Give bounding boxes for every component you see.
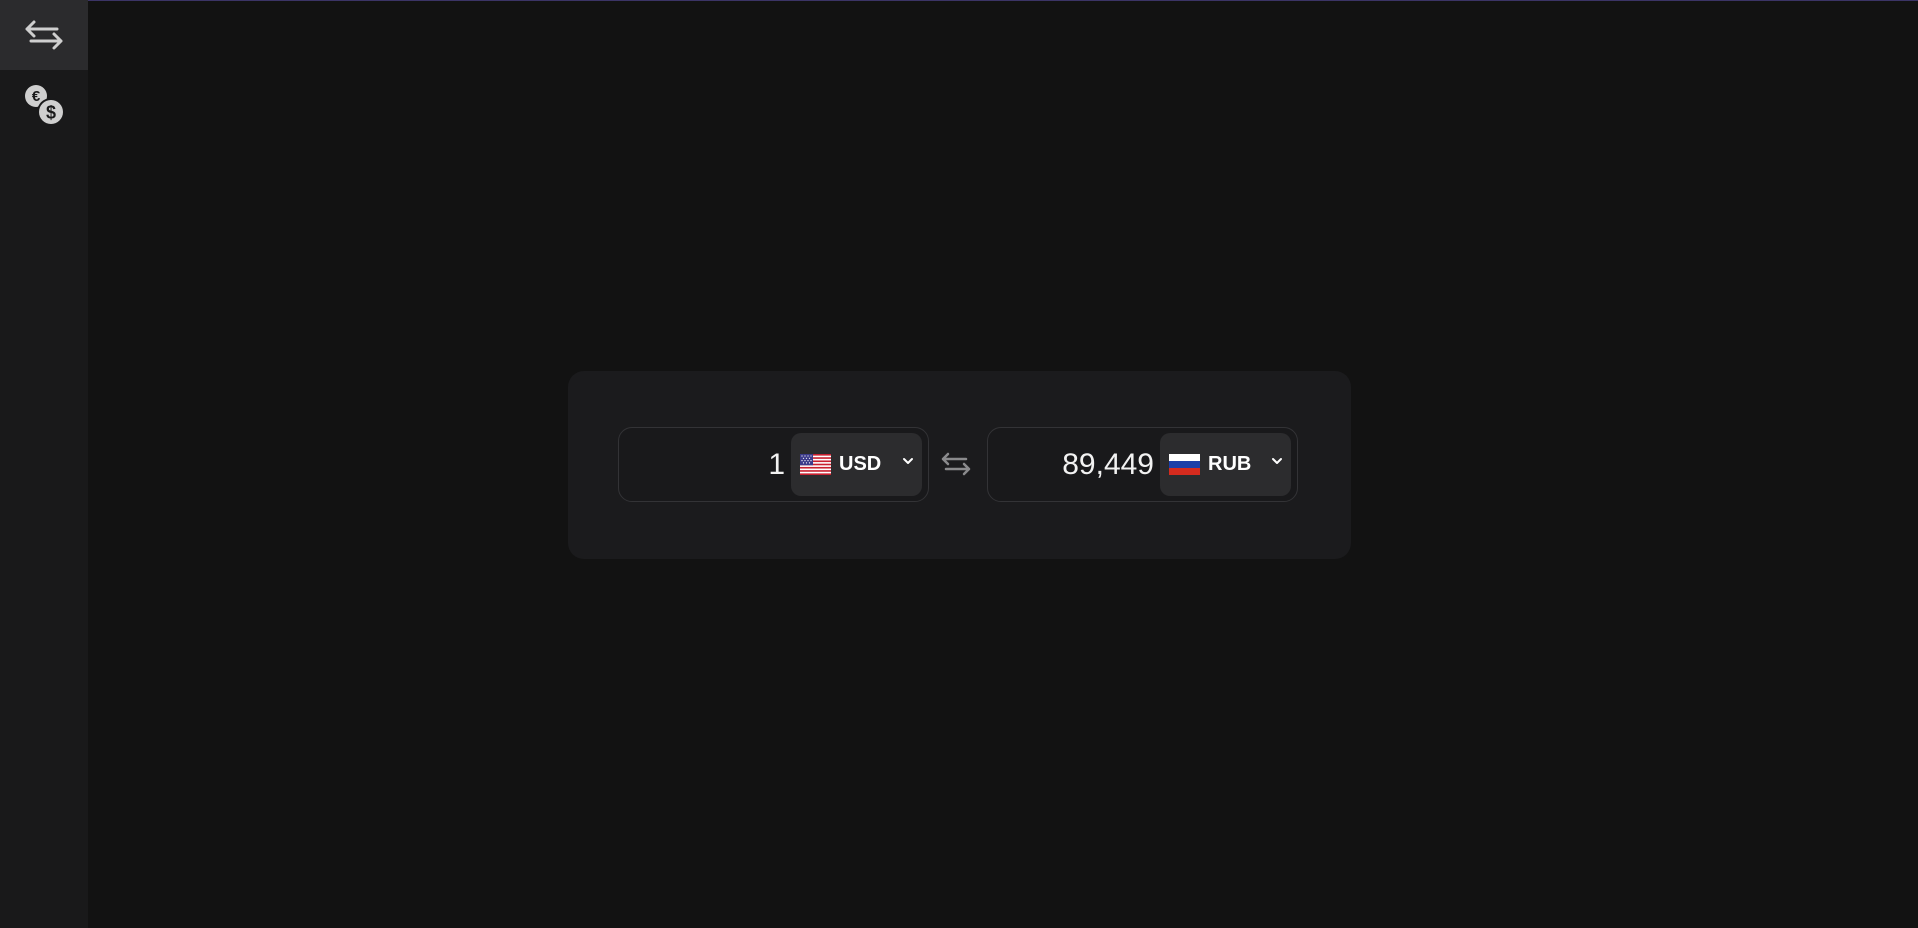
currency-coins-icon: € $ xyxy=(25,85,65,126)
from-currency-code: USD xyxy=(839,453,882,475)
swap-currencies-button[interactable] xyxy=(936,449,976,479)
svg-text:$: $ xyxy=(46,103,56,123)
to-currency-code: RUB xyxy=(1208,453,1252,475)
us-flag-icon xyxy=(800,454,831,475)
from-currency-field: USD xyxy=(618,427,929,502)
svg-text:€: € xyxy=(32,88,41,105)
converter-card: USD RUB xyxy=(568,371,1351,559)
to-currency-field: RUB xyxy=(987,427,1298,502)
from-currency-select[interactable]: USD xyxy=(791,433,922,496)
swap-arrows-icon xyxy=(25,20,63,50)
main-area: USD RUB xyxy=(88,0,1918,928)
from-amount-input[interactable] xyxy=(629,428,787,501)
swap-arrows-icon xyxy=(941,452,971,476)
ru-flag-icon xyxy=(1169,454,1200,475)
to-amount-input[interactable] xyxy=(998,428,1156,501)
chevron-down-icon xyxy=(903,458,913,464)
sidebar: € $ xyxy=(0,0,88,928)
sidebar-item-currencies[interactable]: € $ xyxy=(0,70,88,140)
chevron-down-icon xyxy=(1272,458,1282,464)
sidebar-item-converter[interactable] xyxy=(0,0,88,70)
to-currency-select[interactable]: RUB xyxy=(1160,433,1291,496)
